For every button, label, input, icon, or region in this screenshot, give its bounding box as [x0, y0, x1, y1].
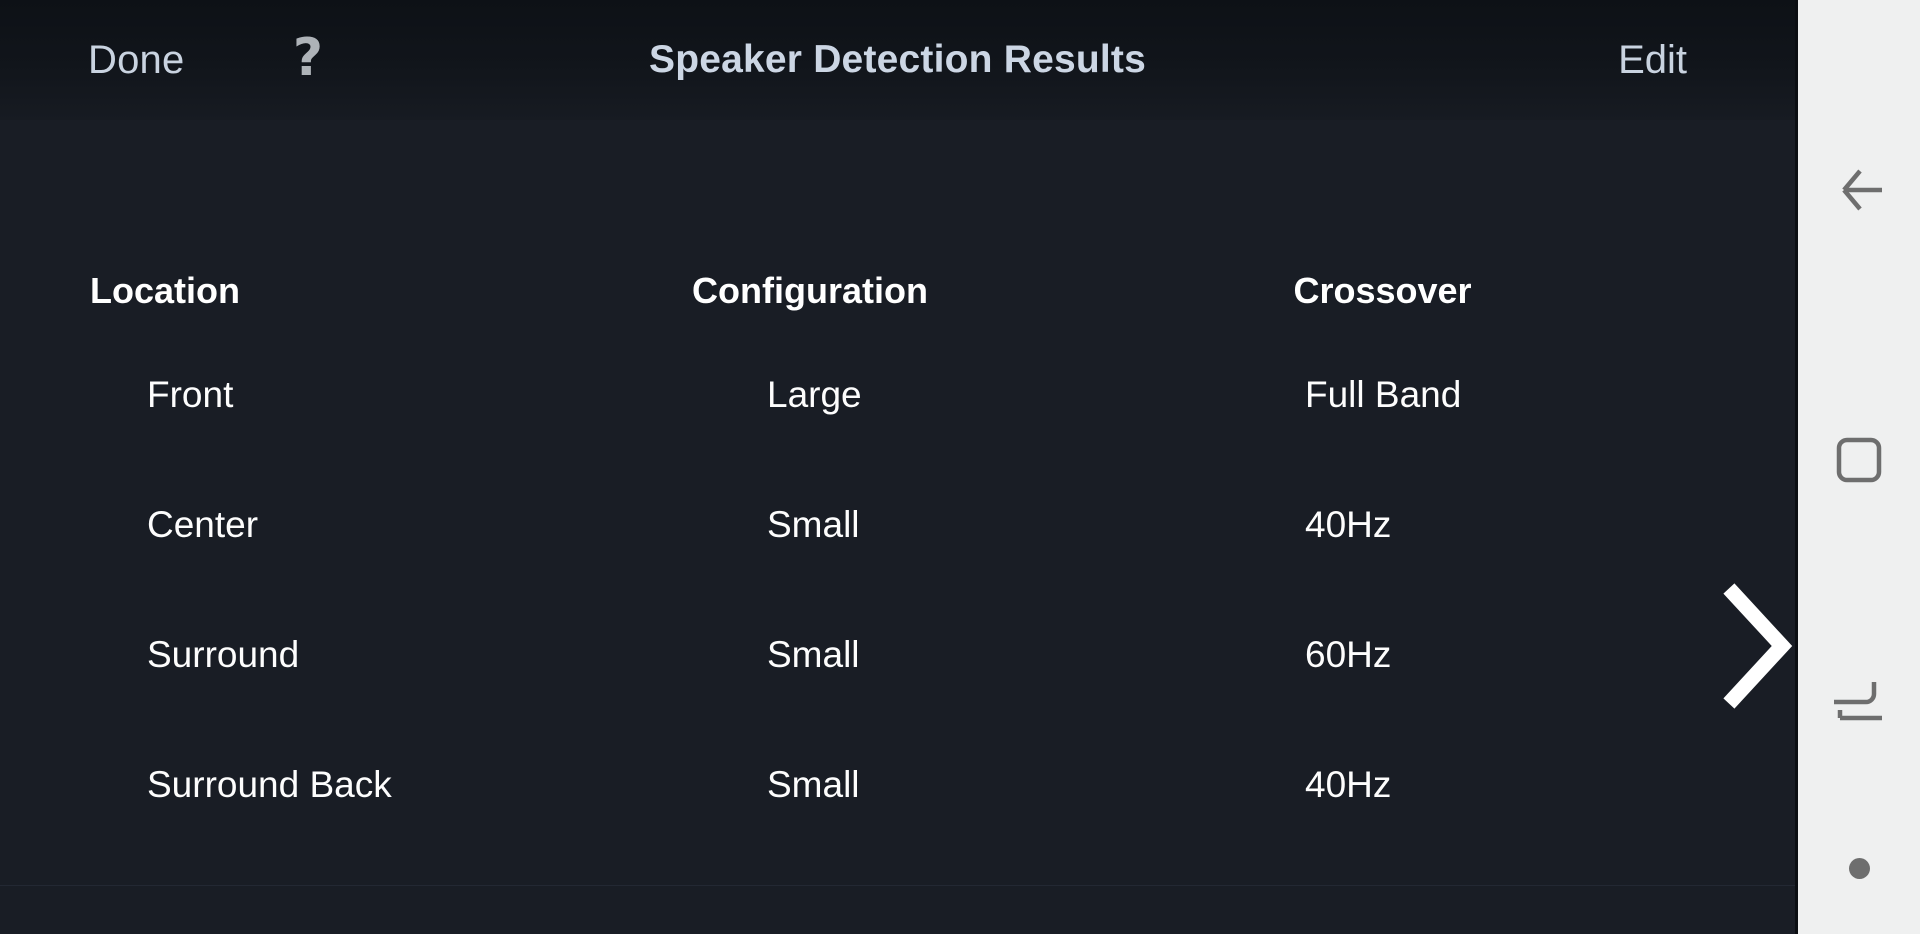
system-navigation-bar — [1795, 0, 1920, 934]
system-recents-button[interactable] — [1798, 652, 1920, 748]
table-row[interactable]: Surround Small 60Hz — [0, 590, 1680, 720]
cell-crossover: 60Hz — [1305, 634, 1392, 675]
cell-crossover: 40Hz — [1305, 764, 1392, 805]
cell-crossover: 40Hz — [1305, 504, 1392, 545]
cell-configuration: Large — [767, 374, 862, 415]
table-header: Location Configuration Crossover — [0, 120, 1680, 330]
cell-location: Surround — [147, 634, 300, 675]
column-header-location: Location — [90, 270, 240, 311]
speaker-detection-results-table: Location Configuration Crossover Front L… — [0, 120, 1680, 850]
home-icon — [1836, 437, 1882, 483]
top-navigation-bar-inner: Done ? Speaker Detection Results Edit — [0, 0, 1795, 120]
table-row[interactable]: Front Large Full Band — [0, 330, 1680, 460]
table-header-row: Location Configuration Crossover — [0, 120, 1680, 330]
cell-configuration: Small — [767, 634, 860, 675]
table-body: Front Large Full Band Center Small 40Hz … — [0, 330, 1680, 850]
top-navigation-bar: Done ? Speaker Detection Results Edit — [0, 0, 1795, 120]
app-window: Done ? Speaker Detection Results Edit Lo… — [0, 0, 1795, 934]
page-title-label: Speaker Detection Results — [648, 38, 1146, 81]
question-mark-icon: ? — [292, 28, 324, 88]
cell-location: Front — [147, 374, 234, 415]
cell-configuration: Small — [767, 764, 860, 805]
column-header-crossover: Crossover — [1293, 270, 1472, 311]
recents-icon — [1834, 682, 1882, 721]
cell-crossover: Full Band — [1305, 374, 1462, 415]
cell-location: Center — [147, 504, 259, 545]
edit-button-label: Edit — [1618, 37, 1687, 82]
cell-location: Surround Back — [147, 764, 392, 805]
screen-root: Done ? Speaker Detection Results Edit Lo… — [0, 0, 1920, 934]
system-home-button[interactable] — [1798, 412, 1920, 508]
back-icon — [1842, 169, 1882, 211]
chevron-right-icon — [1723, 583, 1793, 709]
table-row[interactable]: Center Small 40Hz — [0, 460, 1680, 590]
cell-configuration: Small — [767, 504, 860, 545]
done-button-label: Done — [88, 37, 185, 82]
column-header-configuration: Configuration — [692, 270, 928, 311]
system-more-button[interactable] — [1798, 838, 1920, 898]
table-bottom-divider — [0, 885, 1795, 886]
more-dot-icon — [1848, 857, 1870, 879]
next-page-button[interactable] — [1712, 582, 1795, 710]
content-area: Location Configuration Crossover Front L… — [0, 120, 1795, 934]
done-button[interactable]: Done — [88, 0, 184, 120]
system-back-button[interactable] — [1798, 142, 1920, 238]
table-row[interactable]: Surround Back Small 40Hz — [0, 720, 1680, 850]
edit-button[interactable]: Edit — [1618, 0, 1687, 120]
help-button[interactable]: ? — [268, 0, 348, 120]
